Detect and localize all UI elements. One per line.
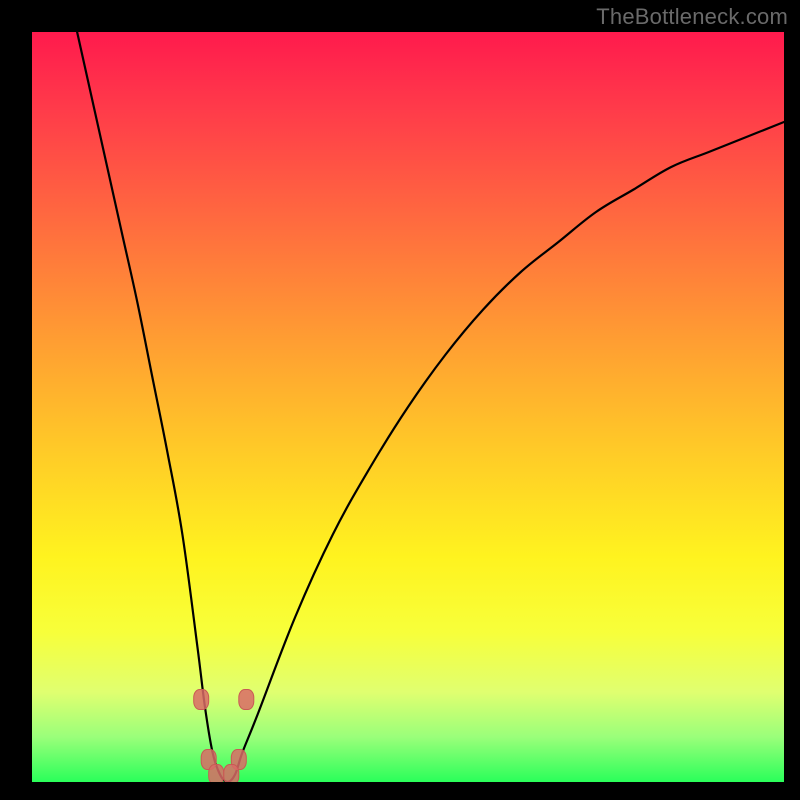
- bottleneck-curve: [77, 32, 784, 782]
- bottleneck-curve-svg: [32, 32, 784, 782]
- bottleneck-gradient-plot: [32, 32, 784, 782]
- watermark-text: TheBottleneck.com: [596, 4, 788, 30]
- optimal-marker: [224, 765, 239, 783]
- optimal-marker: [209, 765, 224, 783]
- optimal-marker: [239, 690, 254, 710]
- optimal-markers: [194, 690, 254, 783]
- optimal-marker: [194, 690, 209, 710]
